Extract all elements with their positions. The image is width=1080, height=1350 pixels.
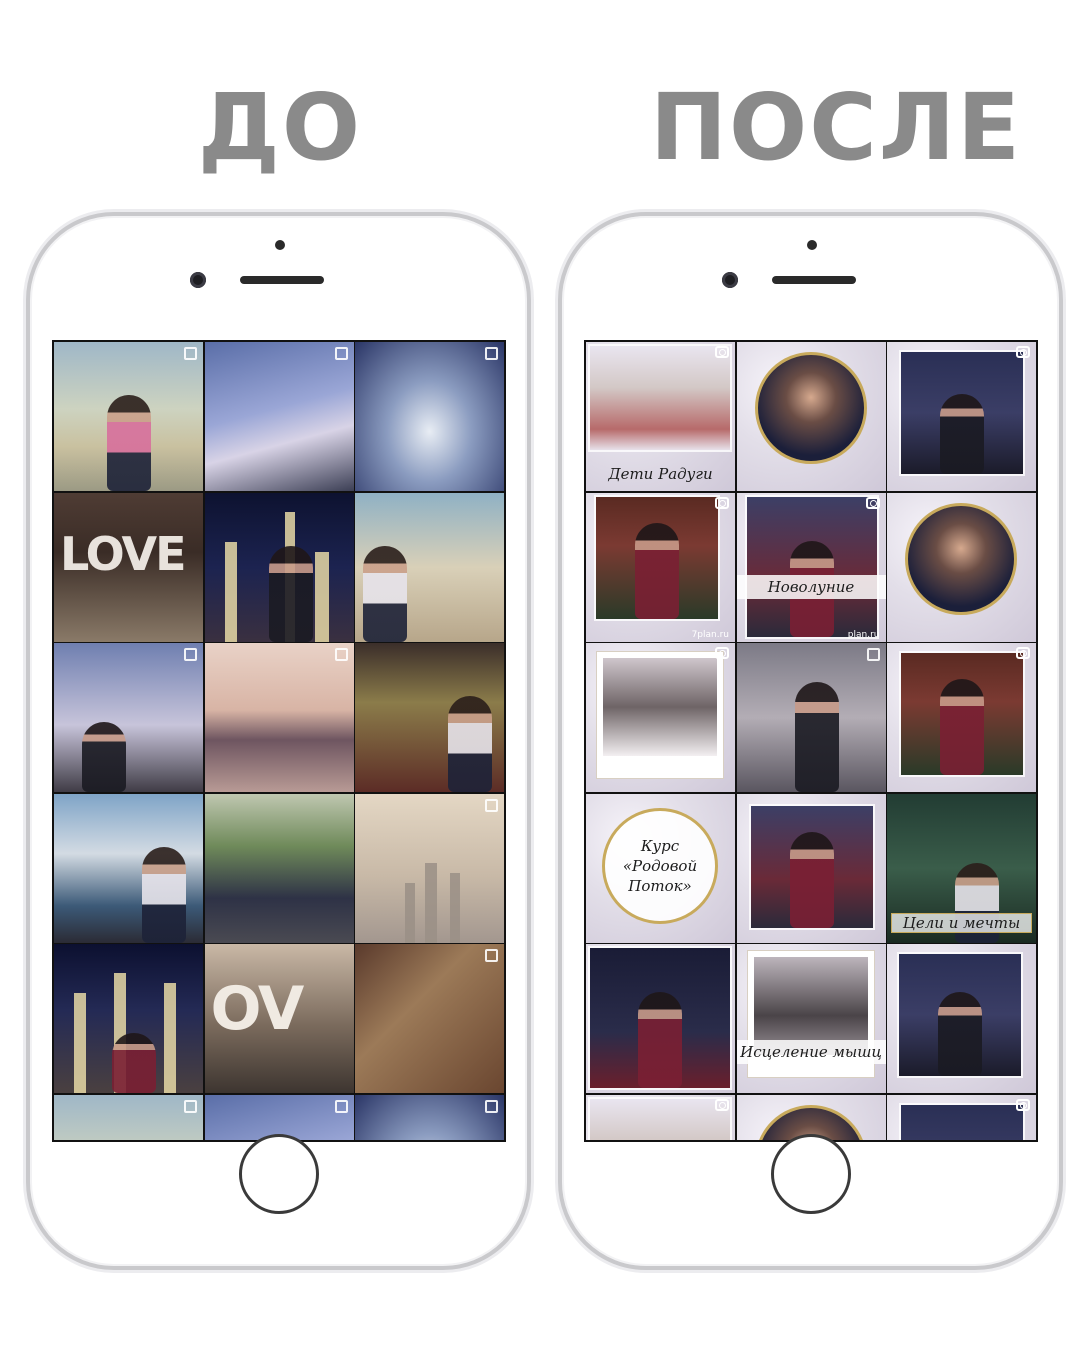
grid-tile[interactable] [54,1094,203,1140]
home-button[interactable] [239,1134,319,1214]
instagram-grid-before: LOVE OV [52,340,506,1142]
multiple-posts-icon [485,949,498,962]
grid-tile[interactable] [54,643,203,792]
grid-tile[interactable]: Дети Радуги [586,342,735,491]
grid-tile[interactable] [736,342,886,491]
grid-tile[interactable] [355,793,504,943]
multiple-posts-icon [485,798,498,812]
after-heading: ПОСЛЕ [650,74,1022,181]
grid-tile[interactable] [204,342,354,491]
camera-icon [1016,346,1030,358]
tile-caption: Цели и мечты [891,912,1032,933]
grid-tile[interactable]: OV [204,944,354,1093]
grid-tile[interactable] [204,492,354,642]
grid-tile[interactable]: Новолуние plan.ru [736,492,886,642]
course-ring: Курс «Родовой Поток» [602,807,718,924]
grid-tile[interactable] [887,492,1036,642]
portrait-circle [754,352,867,464]
grid-tile[interactable] [54,793,203,943]
grid-tile[interactable]: Исцеление мышц [736,944,886,1093]
multiple-posts-icon [866,648,880,661]
multiple-posts-icon [184,347,197,360]
front-camera-icon [722,272,738,288]
watermark: 7plan.ru [691,629,729,640]
grid-tile[interactable] [586,944,735,1093]
grid-tile[interactable] [586,643,735,792]
grid-tile[interactable] [355,944,504,1093]
earpiece-speaker [772,276,856,284]
polaroid-frame [596,651,724,779]
multiple-posts-icon [184,1099,197,1113]
phone-before: LOVE OV [26,212,531,1270]
grid-tile[interactable] [355,492,504,642]
instagram-grid-after: Дети Радуги 7plan.ru Новолуние plan.ru К… [584,340,1038,1142]
front-camera-icon [190,272,206,288]
grid-tile[interactable]: Цели и мечты [887,793,1036,943]
multiple-posts-icon [485,1099,498,1113]
phone-after: Дети Радуги 7plan.ru Новолуние plan.ru К… [558,212,1063,1270]
proximity-sensor [275,240,285,250]
grid-tile[interactable] [204,793,354,943]
love-sign-image: OV [210,974,305,1044]
tile-caption: Исцеление мышц [736,1040,886,1064]
grid-tile[interactable] [887,944,1036,1093]
proximity-sensor [807,240,817,250]
grid-tile[interactable] [736,793,886,943]
grid-tile[interactable]: 7plan.ru [586,492,735,642]
grid-tile[interactable] [355,1094,504,1140]
watermark: plan.ru [847,629,880,640]
multiple-posts-icon [334,648,348,661]
grid-tile[interactable] [355,342,504,491]
grid-tile[interactable] [887,342,1036,491]
camera-icon [715,647,729,659]
grid-tile[interactable] [887,1094,1036,1140]
grid-tile[interactable] [54,342,203,491]
camera-icon [715,496,729,509]
multiple-posts-icon [334,1099,348,1113]
camera-icon [1016,1098,1030,1111]
multiple-posts-icon [184,648,197,661]
tile-caption: Дети Радуги [608,465,713,483]
camera-icon [1016,647,1030,659]
before-heading: ДО [197,74,363,181]
portrait-circle [905,502,1017,615]
home-button[interactable] [771,1134,851,1214]
grid-tile[interactable]: Курс «Родовой Поток» [586,793,735,943]
multiple-posts-icon [334,347,348,360]
grid-tile[interactable]: LOVE [54,492,203,642]
camera-icon [865,496,880,509]
love-sign-image: LOVE [60,526,187,581]
tile-caption: Новолуние [736,574,886,599]
camera-icon [715,1098,729,1111]
multiple-posts-icon [485,347,498,360]
grid-tile[interactable] [586,1094,735,1140]
grid-tile[interactable] [204,643,354,792]
camera-icon [715,346,729,358]
grid-tile[interactable] [54,944,203,1093]
grid-tile[interactable] [355,643,504,792]
grid-tile[interactable] [887,643,1036,792]
earpiece-speaker [240,276,324,284]
grid-tile[interactable] [736,643,886,792]
